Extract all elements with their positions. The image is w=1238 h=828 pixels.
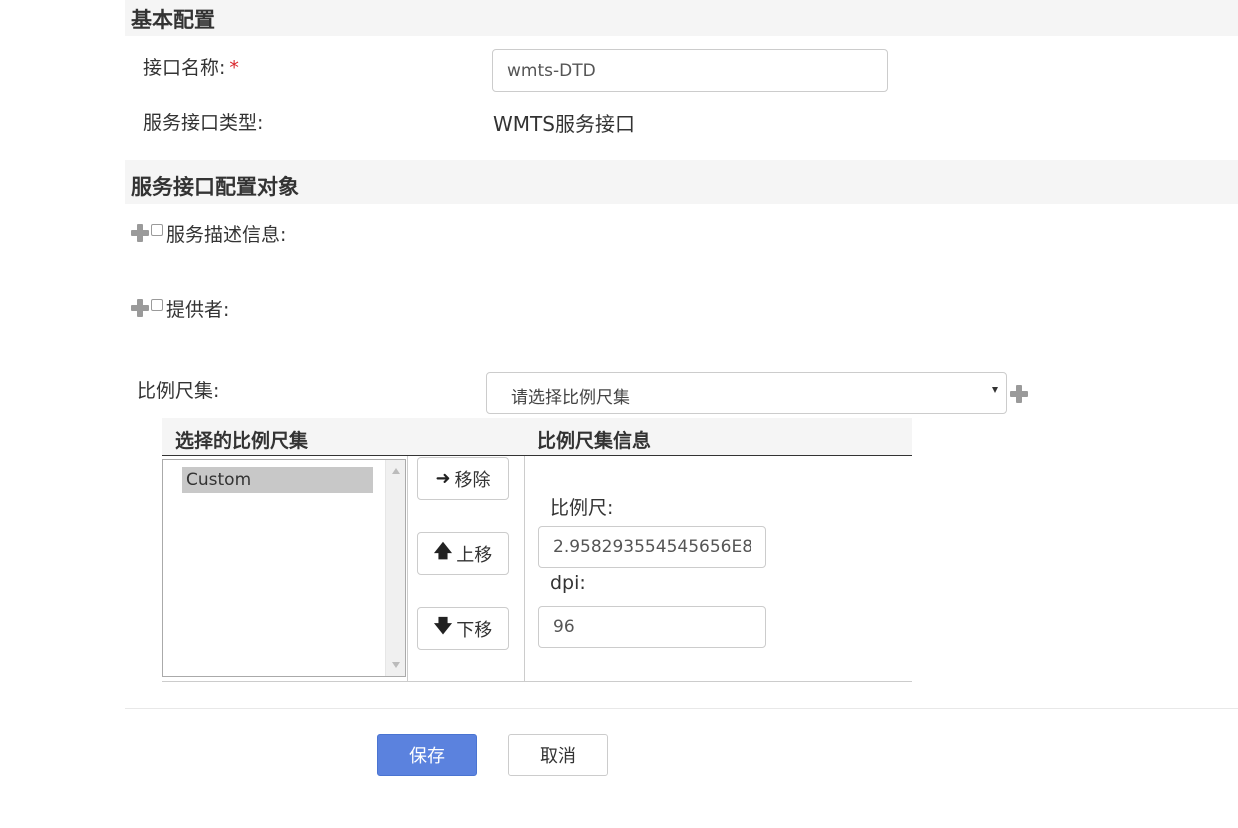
service-config-header: 服务接口配置对象 [125, 160, 1238, 204]
provider-checkbox[interactable] [151, 299, 163, 311]
scale-table-header: 选择的比例尺集 比例尺集信息 [162, 418, 912, 456]
selected-scale-set-list[interactable]: Custom [162, 459, 406, 677]
move-up-button[interactable]: 🡅 上移 [417, 532, 509, 575]
move-down-button[interactable]: 🡇 下移 [417, 607, 509, 650]
scale-set-select-value: 请选择比例尺集 [511, 388, 630, 408]
footer-divider [125, 708, 1238, 709]
basic-config-title: 基本配置 [131, 8, 215, 32]
service-config-title: 服务接口配置对象 [131, 175, 299, 199]
interface-name-label-text: 接口名称: [143, 57, 226, 79]
add-scale-set-plus-icon[interactable] [1010, 385, 1028, 403]
expand-plus-icon[interactable] [131, 224, 149, 242]
save-button[interactable]: 保存 [377, 734, 477, 776]
chevron-down-icon [992, 387, 998, 393]
scale-label: 比例尺: [550, 497, 614, 519]
scale-input[interactable] [538, 526, 766, 568]
expand-plus-icon[interactable] [131, 299, 149, 317]
interface-name-label: 接口名称: * [143, 53, 239, 80]
list-scrollbar[interactable] [385, 460, 405, 676]
scroll-down-icon[interactable] [392, 662, 400, 668]
remove-button[interactable]: ➜ 移除 [417, 457, 509, 500]
scale-set-label: 比例尺集: [137, 380, 220, 402]
scale-set-info-header: 比例尺集信息 [537, 430, 652, 452]
arrow-right-icon: ➜ [435, 468, 451, 489]
service-type-value: WMTS服务接口 [493, 112, 635, 136]
basic-config-header: 基本配置 [125, 0, 1238, 36]
move-down-button-label: 下移 [456, 619, 493, 641]
column-divider [524, 456, 525, 682]
remove-button-label: 移除 [454, 469, 491, 491]
service-desc-checkbox[interactable] [151, 224, 163, 236]
scale-set-select[interactable]: 请选择比例尺集 [486, 372, 1007, 414]
table-bottom-border [162, 681, 912, 682]
provider-label: 提供者: [166, 299, 230, 321]
selected-scale-set-header: 选择的比例尺集 [175, 430, 309, 452]
list-item[interactable]: Custom [182, 467, 373, 493]
cancel-button[interactable]: 取消 [508, 734, 608, 776]
scroll-up-icon[interactable] [392, 468, 400, 474]
required-mark: * [229, 57, 239, 79]
dpi-input[interactable] [538, 606, 766, 648]
column-divider [407, 456, 408, 682]
service-desc-label: 服务描述信息: [166, 224, 287, 246]
arrow-down-icon: 🡇 [433, 615, 453, 637]
arrow-up-icon: 🡅 [433, 540, 453, 562]
interface-name-input[interactable] [492, 49, 888, 92]
dpi-label: dpi: [550, 572, 586, 594]
move-up-button-label: 上移 [456, 544, 493, 566]
service-type-label: 服务接口类型: [143, 112, 264, 134]
